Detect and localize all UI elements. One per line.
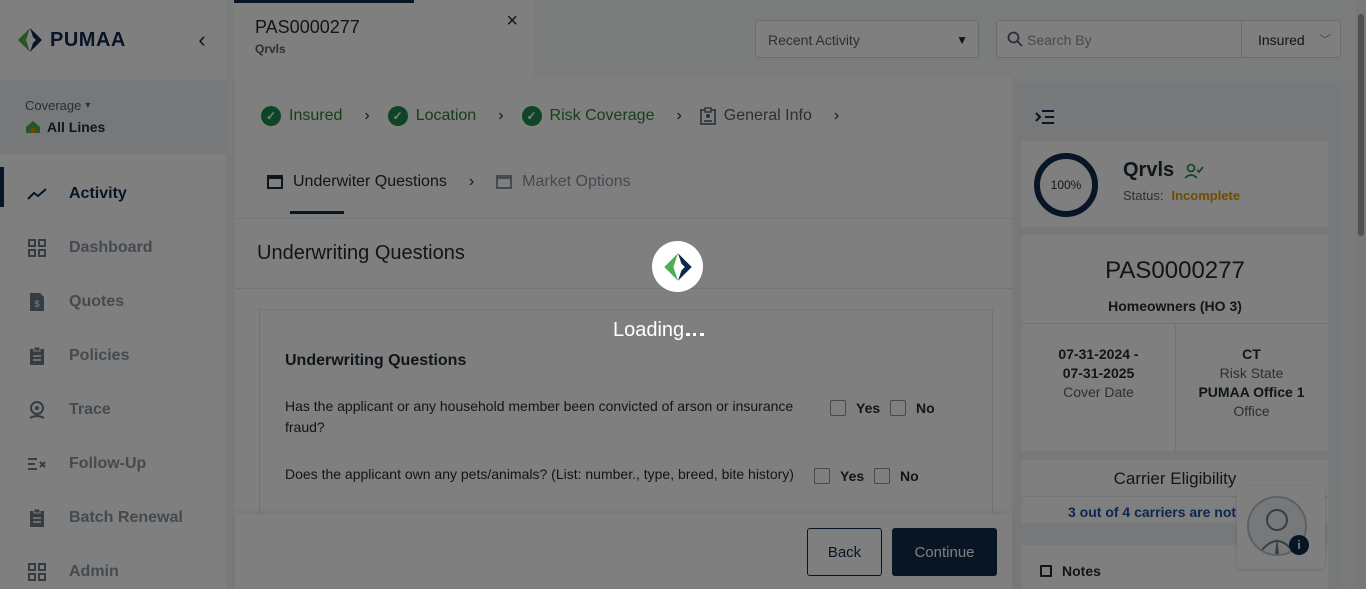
pumaa-logo-icon	[663, 252, 692, 281]
loading-spinner	[652, 241, 703, 292]
loading-overlay: Loading	[0, 0, 1366, 589]
loading-dots	[686, 333, 705, 336]
loading-label: Loading	[613, 319, 685, 341]
loading-text: Loading	[613, 319, 705, 342]
